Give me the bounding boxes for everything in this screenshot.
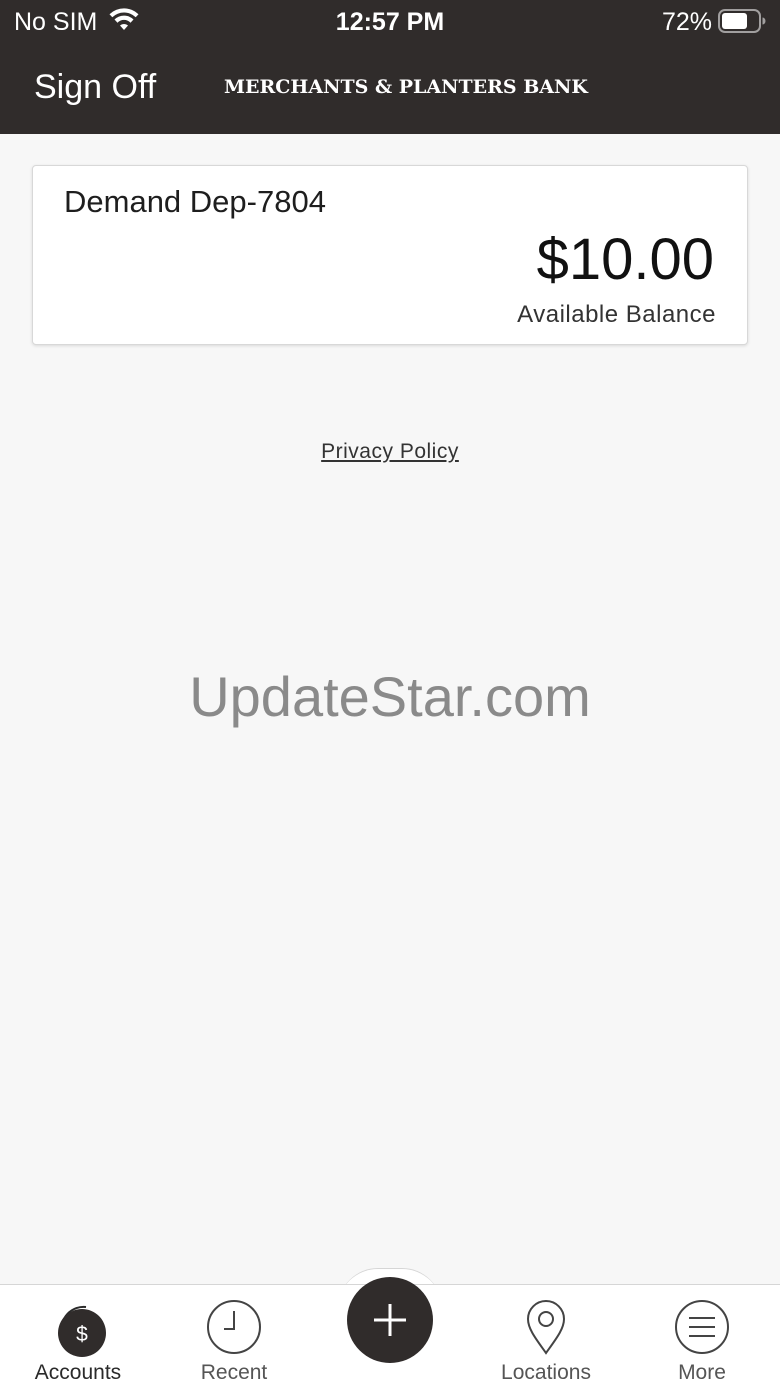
svg-text:$: $ — [76, 1323, 88, 1346]
clock-icon — [204, 1297, 264, 1357]
watermark: UpdateStar.com — [189, 665, 591, 728]
accounts-dollar-icon: $ — [48, 1297, 108, 1357]
tab-label-more: More — [678, 1361, 726, 1384]
tab-recent[interactable]: Recent — [156, 1285, 312, 1387]
account-balance: $10.00 — [536, 227, 714, 292]
privacy-policy-link[interactable]: Privacy Policy — [321, 440, 459, 463]
tab-more[interactable]: More — [624, 1285, 780, 1387]
balance-label: Available Balance — [517, 301, 716, 328]
add-button[interactable] — [347, 1277, 433, 1363]
tab-locations[interactable]: Locations — [468, 1285, 624, 1387]
account-card[interactable]: Demand Dep-7804 $10.00 Available Balance — [32, 165, 748, 345]
tab-accounts[interactable]: $ Accounts — [0, 1285, 156, 1387]
location-pin-icon — [516, 1297, 576, 1357]
battery-icon — [718, 9, 766, 33]
battery-percent: 72% — [661, 8, 712, 36]
account-name: Demand Dep-7804 — [64, 184, 326, 219]
status-bar: No SIM 12:57 PM 72% — [0, 0, 780, 44]
tab-label-accounts: Accounts — [34, 1361, 122, 1384]
tab-label-recent: Recent — [200, 1361, 268, 1384]
tab-label-locations: Locations — [501, 1361, 591, 1384]
bank-logo: MERCHANTS & PLANTERS BANK — [224, 76, 588, 98]
header-bar: Sign Off MERCHANTS & PLANTERS BANK — [0, 44, 780, 134]
sign-off-button[interactable]: Sign Off — [34, 68, 156, 107]
privacy-policy-row: Privacy Policy — [0, 440, 780, 464]
menu-icon — [672, 1297, 732, 1357]
